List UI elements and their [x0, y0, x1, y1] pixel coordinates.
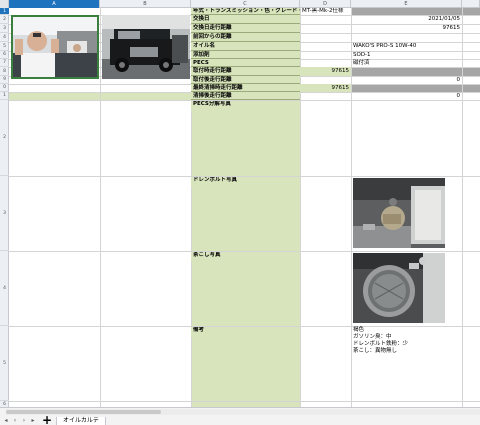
- row-header-bar: 1 2 3 4 5 6 7 8 9 0 1 2 3 4 5 6: [0, 8, 9, 407]
- label-pecs-photo[interactable]: PECS分解写真: [191, 101, 300, 111]
- gray-fill-row8: [351, 67, 480, 76]
- label-distance-since-last[interactable]: 前回からの距離: [191, 33, 300, 42]
- column-header-a[interactable]: A: [9, 0, 100, 8]
- label-drain-bolt-photo[interactable]: ドレンボルト写真: [191, 177, 300, 187]
- driver-photo[interactable]: [11, 15, 99, 79]
- horizontal-scrollbar[interactable]: [6, 409, 480, 415]
- label-remarks[interactable]: 備考: [191, 327, 300, 337]
- label-pecs[interactable]: PECS: [191, 59, 300, 67]
- car-photo[interactable]: [102, 15, 190, 79]
- row-header-12[interactable]: 2: [0, 100, 9, 176]
- row-header-9[interactable]: 9: [0, 76, 9, 84]
- cell-e9-post-install-mileage[interactable]: 0: [351, 76, 462, 84]
- column-header-b[interactable]: B: [100, 0, 191, 8]
- cell-d8-install-mileage[interactable]: 97615: [300, 67, 351, 76]
- gridline-h: [9, 401, 480, 402]
- row-header-15[interactable]: 5: [0, 326, 9, 401]
- cell-d1-model-spec[interactable]: MT-黒-Mk-2仕様: [300, 8, 351, 15]
- row-header-11[interactable]: 1: [0, 92, 9, 100]
- nav-next-icon[interactable]: ›: [20, 417, 28, 425]
- strainer-photo[interactable]: [353, 253, 445, 323]
- gray-fill-row1: [351, 8, 480, 15]
- label-install-mileage[interactable]: 取付時走行距離: [191, 67, 300, 76]
- remarks-line-3[interactable]: ドレンボルト鉄粉：少: [351, 341, 408, 348]
- row-header-7[interactable]: 7: [0, 59, 9, 67]
- column-header-d[interactable]: D: [300, 0, 351, 8]
- cell-grid[interactable]: 年式・トランスミッション・色・グレード・特徴 交換日 交換日走行距離 前回からの…: [9, 8, 480, 407]
- row-header-14[interactable]: 4: [0, 251, 9, 326]
- cell-e6-additive[interactable]: SOD-1: [351, 51, 462, 59]
- row-header-13[interactable]: 3: [0, 176, 9, 251]
- label-post-install-mileage[interactable]: 取付後走行距離: [191, 76, 300, 84]
- column-header-f[interactable]: [462, 0, 480, 8]
- label-last-clean-mileage[interactable]: 最終清掃時走行距離: [191, 84, 300, 92]
- row-header-1[interactable]: 1: [0, 8, 9, 15]
- cell-e11-post-clean-mileage[interactable]: 0: [351, 92, 462, 100]
- label-post-clean-mileage[interactable]: 清掃後走行距離: [191, 92, 300, 100]
- nav-last-icon[interactable]: ▸: [29, 417, 37, 425]
- spreadsheet: A B C D E 1 2 3 4 5 6 7 8 9 0 1 2 3 4 5 …: [0, 0, 480, 407]
- plus-icon[interactable]: +: [42, 414, 52, 425]
- row-header-10[interactable]: 0: [0, 84, 9, 92]
- gray-fill-row10: [351, 84, 480, 92]
- row-header-5[interactable]: 5: [0, 42, 9, 51]
- nav-first-icon[interactable]: ◂: [2, 417, 10, 425]
- column-header-e[interactable]: E: [351, 0, 462, 8]
- label-change-mileage[interactable]: 交換日走行距離: [191, 24, 300, 33]
- cell-e7-pecs-status[interactable]: 磁付済: [351, 59, 462, 67]
- column-header-c[interactable]: C: [191, 0, 300, 8]
- row-header-6[interactable]: 6: [0, 51, 9, 59]
- label-strainer-photo[interactable]: 茶こし写真: [191, 252, 300, 262]
- nav-prev-icon[interactable]: ‹: [11, 417, 19, 425]
- label-additive[interactable]: 添加剤: [191, 51, 300, 59]
- cell-d10-last-clean-mileage[interactable]: 97615: [300, 84, 351, 92]
- row-header-3[interactable]: 3: [0, 24, 9, 33]
- row-header-4[interactable]: 4: [0, 33, 9, 42]
- column-header-bar: A B C D E: [0, 0, 480, 8]
- label-oil-name[interactable]: オイル名: [191, 42, 300, 51]
- cell-e2-change-date[interactable]: 2021/01/05: [351, 15, 462, 24]
- cell-e5-oil-name[interactable]: WAKO'S PRO-S 10W-40: [351, 42, 462, 51]
- sheet-tab-bar: ◂ ‹ › ▸ + オイルカルテ: [0, 407, 480, 425]
- row-header-8[interactable]: 8: [0, 67, 9, 76]
- select-all-corner[interactable]: [0, 0, 9, 8]
- horizontal-scroll-thumb[interactable]: [6, 410, 161, 414]
- sheet-tab-oil-chart[interactable]: オイルカルテ: [56, 417, 106, 425]
- remarks-line-1[interactable]: 褐色: [351, 327, 364, 334]
- row-header-2[interactable]: 2: [0, 15, 9, 24]
- cell-e3-change-mileage[interactable]: 97615: [351, 24, 462, 33]
- remarks-line-4[interactable]: 茶こし：異物無し: [351, 348, 397, 355]
- drain-bolt-photo[interactable]: [353, 178, 445, 248]
- remarks-line-2[interactable]: ガソリン臭：中: [351, 334, 392, 341]
- label-change-date[interactable]: 交換日: [191, 15, 300, 24]
- label-model-info[interactable]: 年式・トランスミッション・色・グレード・特徴: [191, 8, 300, 15]
